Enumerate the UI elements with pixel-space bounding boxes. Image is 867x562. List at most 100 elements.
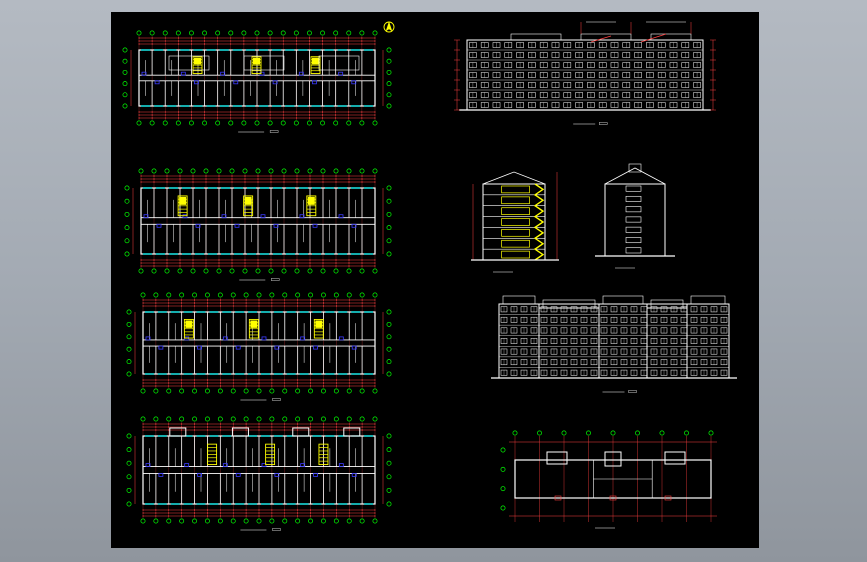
site-plan[interactable] (500, 430, 717, 529)
axis-bubble (177, 268, 183, 274)
axis-bubble (269, 292, 275, 298)
axis-bubble (153, 292, 159, 298)
axis-bubble (359, 30, 365, 36)
axis-bubble (500, 447, 506, 453)
section-roof (482, 171, 546, 185)
axis-bubble (372, 388, 378, 394)
axis-bubble (138, 168, 144, 174)
axis-bubble (256, 416, 262, 422)
axis-bubble (242, 268, 248, 274)
standard-floor-plan[interactable] (124, 168, 392, 281)
axis-bubble (308, 292, 314, 298)
stair-fill (185, 320, 193, 328)
axis-bubble (122, 58, 128, 64)
axis-bubble (122, 81, 128, 87)
axis-bubble (294, 168, 300, 174)
stair-fill (179, 196, 187, 205)
axis-bubble (386, 359, 392, 365)
axis-bubble (164, 268, 170, 274)
axis-bubble (281, 268, 287, 274)
axis-bubble (243, 416, 249, 422)
axis-bubble (386, 225, 392, 231)
axis-bubble (151, 268, 157, 274)
axis-bubble (359, 388, 365, 394)
axis-bubble (151, 168, 157, 174)
axis-bubble (153, 416, 159, 422)
axis-bubble (372, 168, 378, 174)
application-window (0, 0, 867, 562)
stair-fill (244, 196, 252, 205)
axis-bubble (230, 292, 236, 298)
axis-bubble (126, 501, 132, 507)
axis-bubble (124, 238, 130, 244)
second-floor-plan[interactable] (126, 292, 392, 401)
axis-bubble (124, 185, 130, 191)
front-elevation[interactable] (491, 295, 737, 393)
axis-bubble (359, 518, 365, 524)
axis-bubble (333, 388, 339, 394)
axis-bubble (256, 292, 262, 298)
axis-bubble (372, 30, 378, 36)
section[interactable] (471, 171, 559, 273)
axis-bubble (308, 416, 314, 422)
axis-bubble (149, 30, 155, 36)
axis-bubble (177, 168, 183, 174)
axis-bubble (308, 518, 314, 524)
axis-bubble (346, 416, 352, 422)
axis-bubble (124, 225, 130, 231)
axis-bubble (320, 268, 326, 274)
side-elevation[interactable] (595, 163, 675, 269)
axis-bubble (320, 292, 326, 298)
axis-bubble (359, 416, 365, 422)
axis-bubble (242, 168, 248, 174)
axis-bubble (122, 92, 128, 98)
axis-bubble (175, 120, 181, 126)
axis-bubble (500, 505, 506, 511)
drawing-canvas[interactable] (111, 12, 759, 548)
axis-bubble (708, 430, 714, 436)
roof-plan[interactable] (122, 30, 392, 133)
north-arrow-pointer (385, 21, 393, 32)
axis-bubble (192, 388, 198, 394)
axis-bubble (386, 474, 392, 480)
axis-bubble (295, 292, 301, 298)
stair-fill (315, 320, 323, 328)
axis-bubble (126, 321, 132, 327)
axis-bubble (386, 185, 392, 191)
axis-bubble (280, 30, 286, 36)
stair-flight (533, 183, 545, 261)
axis-bubble (500, 486, 506, 492)
axis-bubble (359, 292, 365, 298)
axis-bubble (282, 292, 288, 298)
axis-bubble (386, 211, 392, 217)
ground-floor-plan[interactable] (126, 416, 392, 531)
axis-bubble (267, 120, 273, 126)
rear-elevation[interactable] (454, 21, 716, 125)
axis-bubble (372, 292, 378, 298)
axis-bubble (610, 430, 616, 436)
axis-bubble (192, 292, 198, 298)
axis-bubble (386, 309, 392, 315)
stair-fill (253, 57, 260, 65)
axis-bubble (346, 30, 352, 36)
cad-drawing[interactable] (111, 12, 759, 548)
axis-bubble (140, 292, 146, 298)
axis-bubble (164, 168, 170, 174)
axis-bubble (126, 474, 132, 480)
axis-bubble (140, 518, 146, 524)
axis-bubble (241, 30, 247, 36)
axis-bubble (269, 518, 275, 524)
axis-bubble (204, 416, 210, 422)
axis-bubble (175, 30, 181, 36)
axis-bubble (228, 30, 234, 36)
axis-bubble (204, 292, 210, 298)
axis-bubble (333, 30, 339, 36)
axis-bubble (243, 388, 249, 394)
axis-bubble (635, 430, 640, 436)
axis-bubble (386, 238, 392, 244)
axis-bubble (372, 416, 378, 422)
gable-roof (604, 167, 666, 185)
axis-bubble (306, 30, 312, 36)
axis-bubble (256, 518, 262, 524)
axis-bubble (268, 168, 274, 174)
